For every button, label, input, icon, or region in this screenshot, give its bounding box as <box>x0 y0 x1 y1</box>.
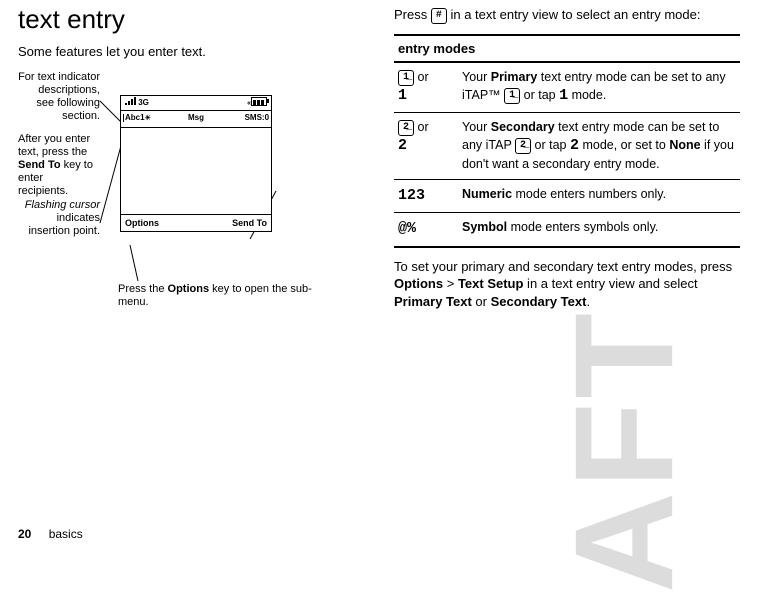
phone-figure: 3G « Abc1☀ Msg SMS:0 Options Send To <box>18 71 364 351</box>
table-row: 2̲ or 2 Your Secondary text entry mode c… <box>394 113 740 180</box>
input-mode-indicator: Abc1☀ <box>121 113 172 124</box>
page-columns: text entry Some features let you enter t… <box>0 0 758 351</box>
row0-or: or <box>414 70 429 84</box>
mode-numeric-icon: 123 <box>398 187 425 204</box>
left-column: text entry Some features let you enter t… <box>18 0 364 351</box>
callout-cursor-rest: indicates insertion point. <box>28 212 100 237</box>
section-name: basics <box>49 527 83 541</box>
row2-desc: Numeric mode enters numbers only. <box>458 180 740 213</box>
phone-status-bar: 3G « <box>121 96 271 111</box>
callout-options-pre: Press the <box>118 283 168 295</box>
screen-title: Msg <box>172 113 221 124</box>
right-intro: Press # in a text entry view to select a… <box>394 6 740 24</box>
table-row: 123 Numeric mode enters numbers only. <box>394 180 740 213</box>
callout-sendto: After you enter text, press the Send To … <box>18 133 94 199</box>
callout-options: Press the Options key to open the sub-me… <box>118 283 318 309</box>
mode-icon-primary: 1̲ <box>398 70 414 86</box>
softkey-send-to[interactable]: Send To <box>232 217 267 229</box>
softkey-options[interactable]: Options <box>125 217 159 229</box>
hash-key-icon: # <box>431 8 447 24</box>
page-title: text entry <box>18 2 364 37</box>
callout-options-b: Options <box>168 283 210 295</box>
battery-icon: « <box>247 97 267 109</box>
sms-counter: SMS:0 <box>220 113 271 124</box>
page-footer: 20 basics <box>18 526 83 542</box>
mode-digit-2: 2 <box>398 137 407 154</box>
phone-mock: 3G « Abc1☀ Msg SMS:0 Options Send To <box>120 95 272 232</box>
page-number: 20 <box>18 527 31 541</box>
signal-icon: 3G <box>125 97 149 109</box>
right-outro: To set your primary and secondary text e… <box>394 258 740 311</box>
mode-symbol-icon: @% <box>398 220 416 237</box>
table-row: 1̲ or 1 Your Primary text entry mode can… <box>394 62 740 113</box>
table-header: entry modes <box>394 35 740 63</box>
right-intro-pre: Press <box>394 7 431 22</box>
entry-modes-table: entry modes 1̲ or 1 Your Primary text en… <box>394 34 740 248</box>
itap1-icon: 1̲ <box>504 88 520 104</box>
cursor-icon <box>123 114 124 122</box>
phone-text-area <box>121 128 271 214</box>
table-row: @% Symbol mode enters symbols only. <box>394 213 740 247</box>
callout-indicators: For text indicator descriptions, see fol… <box>18 71 100 124</box>
phone-softkey-bar: Options Send To <box>121 214 271 231</box>
intro-text: Some features let you enter text. <box>18 43 364 61</box>
mode-icon-secondary: 2̲ <box>398 120 414 136</box>
row1-desc: Your Secondary text entry mode can be se… <box>458 113 740 180</box>
mode-digit-1: 1 <box>398 87 407 104</box>
right-column: Press # in a text entry view to select a… <box>394 0 740 351</box>
itap2-icon: 2̲ <box>515 138 531 154</box>
callout-sendto-b: Send To <box>18 159 61 171</box>
row3-desc: Symbol mode enters symbols only. <box>458 213 740 247</box>
row1-or: or <box>414 120 429 134</box>
right-intro-post: in a text entry view to select an entry … <box>447 7 701 22</box>
phone-header-bar: Abc1☀ Msg SMS:0 <box>121 111 271 128</box>
callout-cursor-em: Flashing cursor <box>25 199 100 211</box>
draft-watermark: AFT <box>529 309 718 593</box>
row0-desc: Your Primary text entry mode can be set … <box>458 62 740 113</box>
callout-cursor: Flashing cursor indicates insertion poin… <box>18 199 100 239</box>
callout-sendto-pre: After you enter text, press the <box>18 133 90 158</box>
network-label: 3G <box>138 98 149 107</box>
